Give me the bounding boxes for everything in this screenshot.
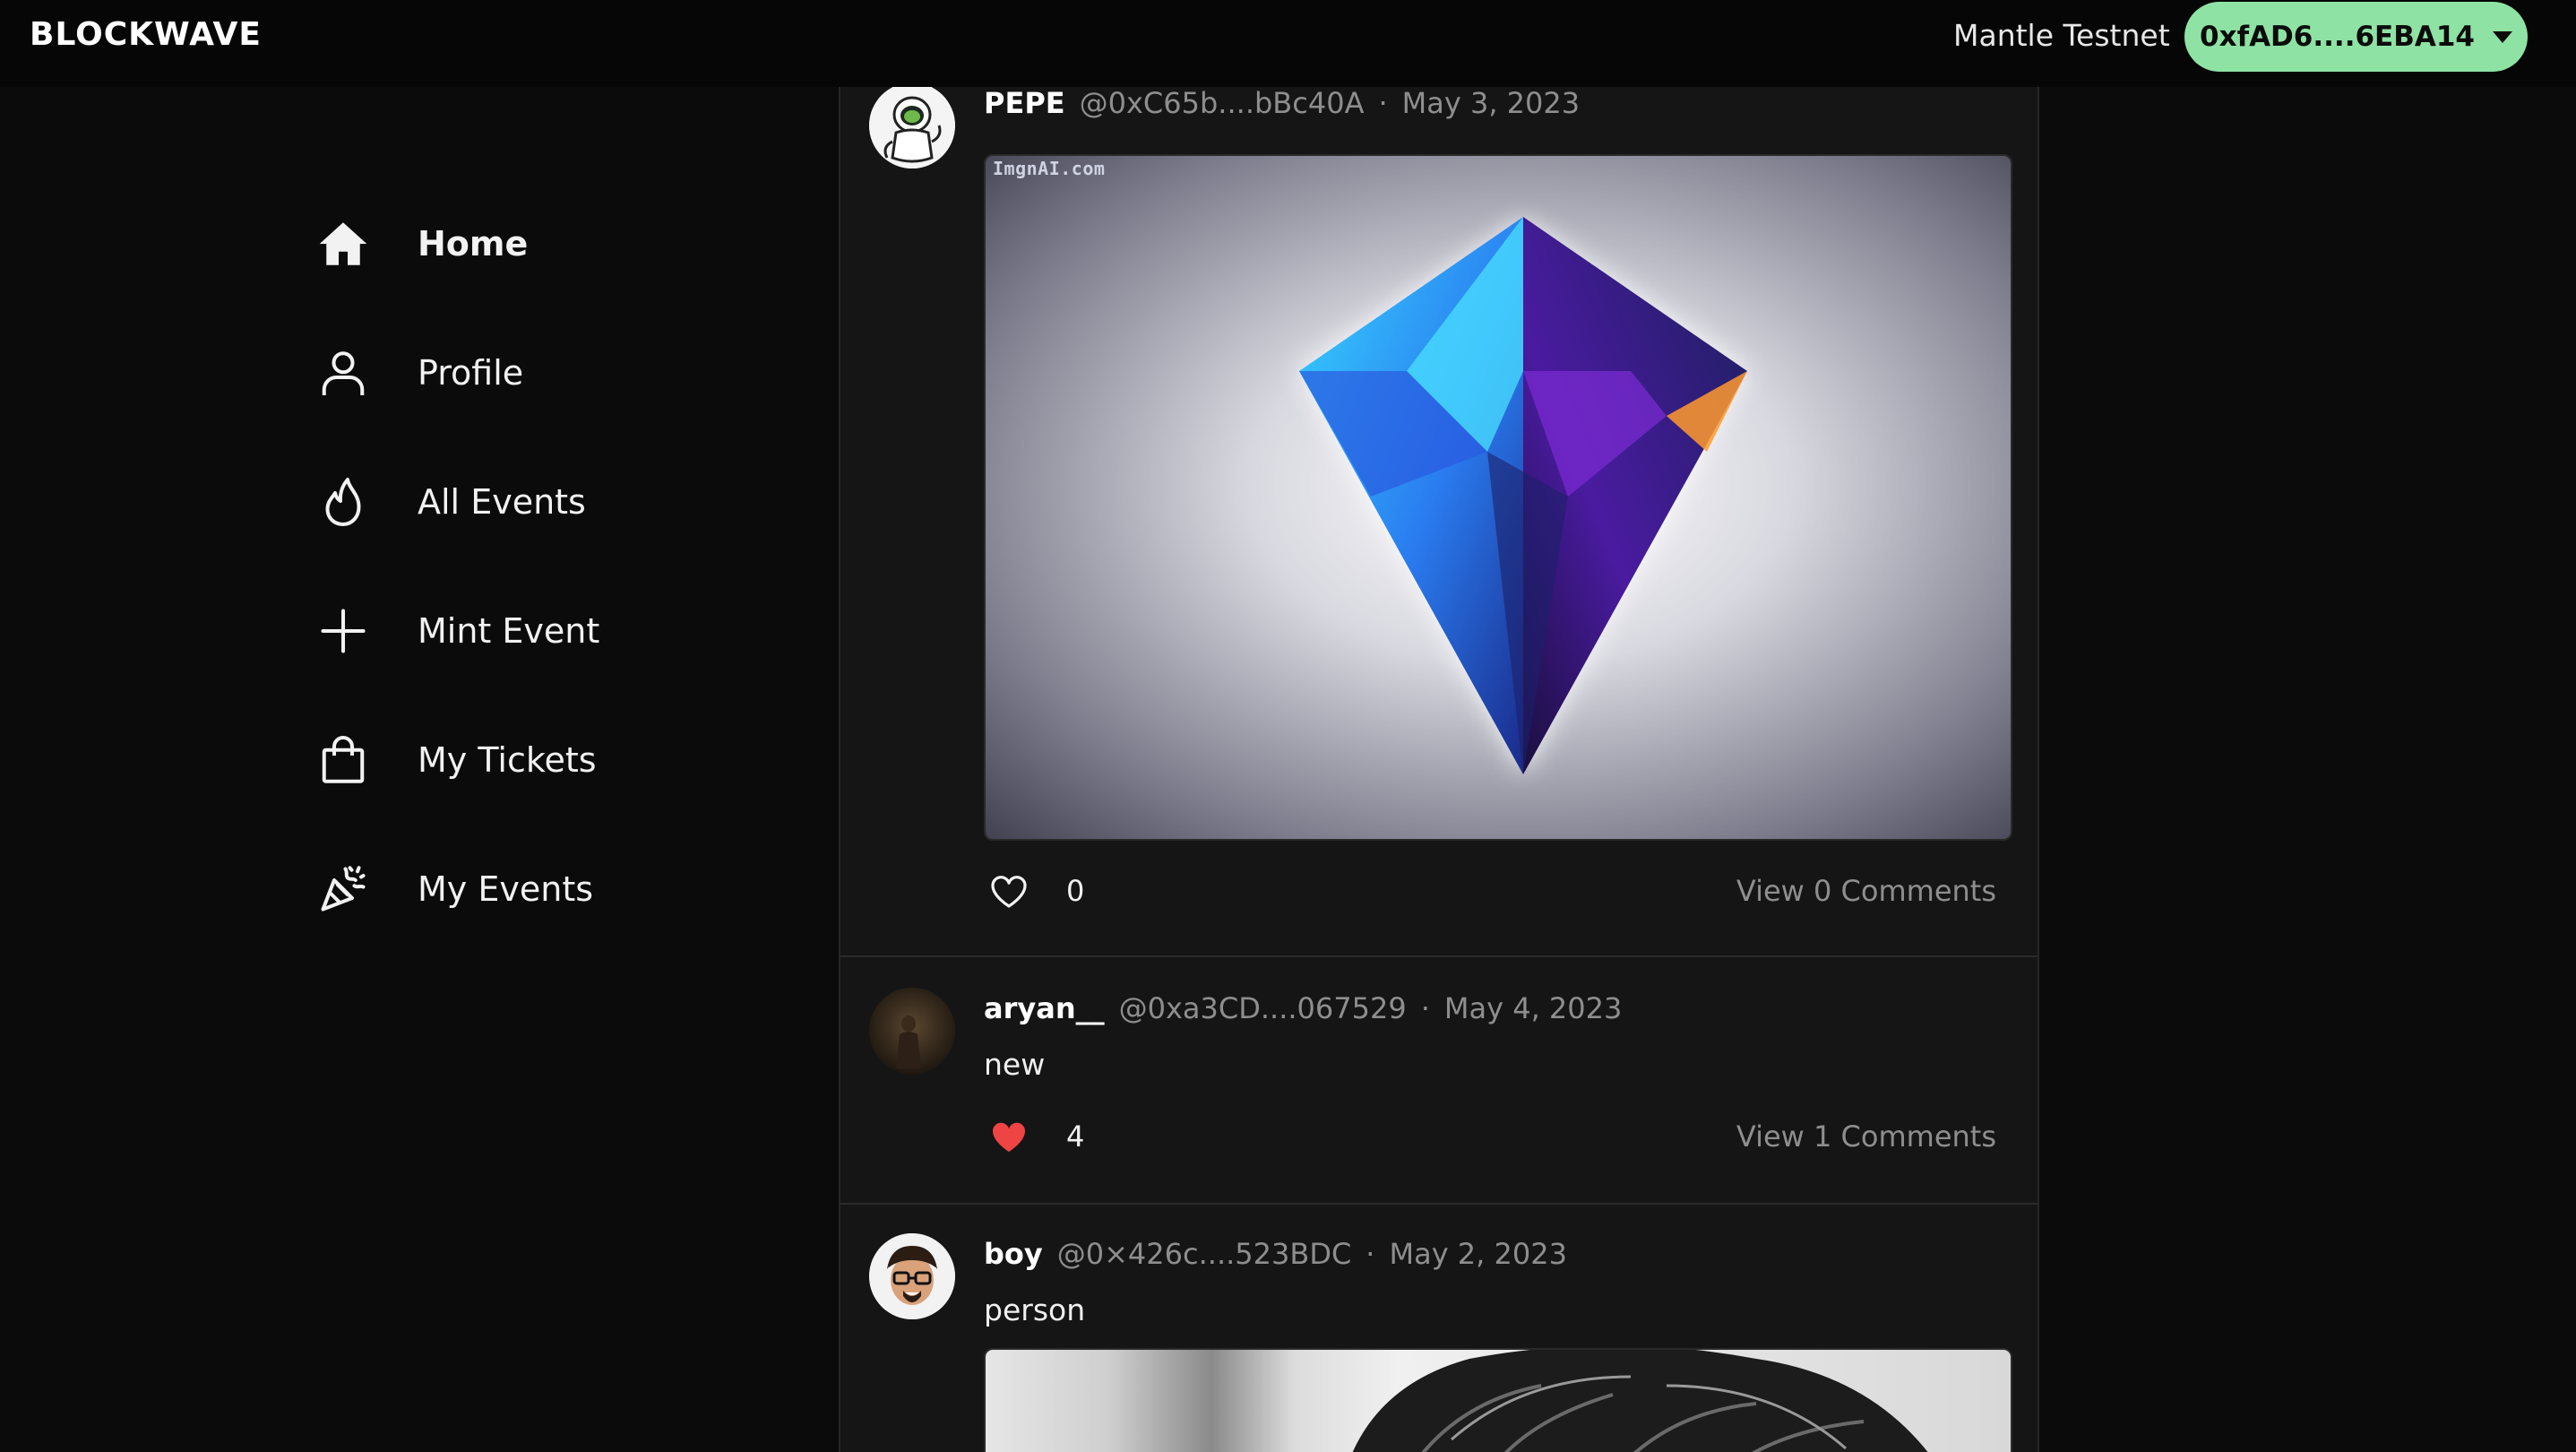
feed-post: PEPE @0xC65b....bBc40A · May 3, 2023 Img…: [840, 0, 2038, 957]
sidebar: Home Profile All Events Mint Event My Ti…: [0, 87, 839, 1452]
user-icon: [314, 343, 373, 402]
post-username[interactable]: PEPE: [984, 86, 1065, 120]
wallet-button[interactable]: 0xfAD6....6EBA14: [2184, 2, 2528, 72]
party-popper-icon: [314, 860, 373, 919]
post-username[interactable]: boy: [984, 1237, 1043, 1271]
home-icon: [314, 214, 373, 273]
separator-dot: ·: [1366, 1237, 1375, 1271]
wallet-address: 0xfAD6....6EBA14: [2200, 21, 2475, 53]
sidebar-item-label: Profile: [418, 353, 524, 393]
avatar[interactable]: [869, 82, 955, 169]
plus-icon: [314, 601, 373, 661]
sidebar-item-mint-event[interactable]: Mint Event: [314, 595, 599, 667]
view-comments-link[interactable]: View 1 Comments: [1736, 1119, 1996, 1154]
shopping-bag-icon: [314, 730, 373, 790]
post-meta: PEPE @0xC65b....bBc40A · May 3, 2023: [984, 86, 1580, 120]
top-bar: BLOCKWAVE Mantle Testnet 0xfAD6....6EBA1…: [0, 0, 2576, 87]
network-label: Mantle Testnet: [1953, 18, 2170, 53]
sidebar-item-my-tickets[interactable]: My Tickets: [314, 724, 597, 796]
post-text: new: [984, 1047, 1046, 1082]
sidebar-item-all-events[interactable]: All Events: [314, 466, 586, 538]
post-date: May 2, 2023: [1389, 1237, 1567, 1271]
post-handle: @0×426c....523BDC: [1056, 1237, 1352, 1271]
sidebar-item-profile[interactable]: Profile: [314, 337, 523, 409]
post-username[interactable]: aryan__: [984, 991, 1105, 1025]
like-button[interactable]: [984, 1111, 1034, 1162]
sidebar-item-label: My Tickets: [418, 740, 597, 780]
app-logo[interactable]: BLOCKWAVE: [30, 16, 262, 53]
sidebar-item-my-events[interactable]: My Events: [314, 853, 593, 925]
sidebar-item-label: All Events: [418, 482, 586, 522]
post-date: May 4, 2023: [1443, 991, 1623, 1025]
like-button[interactable]: [984, 866, 1034, 916]
heart-outline-icon: [991, 876, 1027, 908]
view-comments-link[interactable]: View 0 Comments: [1736, 874, 1996, 908]
sidebar-item-label: Mint Event: [418, 611, 600, 651]
post-text: person: [984, 1292, 1086, 1327]
image-watermark: ImgnAI.com: [993, 158, 1106, 179]
post-handle: @0xa3CD....067529: [1118, 991, 1407, 1025]
like-count: 0: [1066, 874, 1085, 908]
post-meta: boy @0×426c....523BDC · May 2, 2023: [984, 1237, 1567, 1271]
avatar[interactable]: [869, 1233, 955, 1319]
sidebar-item-label: Home: [418, 224, 529, 264]
post-meta: aryan__ @0xa3CD....067529 · May 4, 2023: [984, 991, 1622, 1025]
post-image[interactable]: ImgnAI.com: [984, 154, 2012, 841]
feed-post: aryan__ @0xa3CD....067529 · May 4, 2023 …: [840, 959, 2038, 1205]
flame-icon: [314, 472, 373, 532]
post-image[interactable]: [984, 1348, 2012, 1452]
sidebar-item-home[interactable]: Home: [314, 208, 528, 280]
post-actions: 0 View 0 Comments: [984, 866, 1996, 916]
avatar[interactable]: [869, 988, 955, 1074]
post-actions: 4 View 1 Comments: [984, 1111, 1996, 1162]
feed-post: boy @0×426c....523BDC · May 2, 2023 pers…: [840, 1206, 2038, 1452]
heart-filled-icon: [992, 1122, 1026, 1152]
post-date: May 3, 2023: [1401, 86, 1581, 120]
chevron-down-icon: [2492, 30, 2512, 43]
separator-dot: ·: [1378, 86, 1388, 120]
like-count: 4: [1066, 1119, 1085, 1154]
separator-dot: ·: [1420, 991, 1430, 1025]
post-handle: @0xC65b....bBc40A: [1079, 86, 1365, 120]
feed: PEPE @0xC65b....bBc40A · May 3, 2023 Img…: [839, 0, 2039, 1452]
sidebar-item-label: My Events: [418, 869, 594, 909]
